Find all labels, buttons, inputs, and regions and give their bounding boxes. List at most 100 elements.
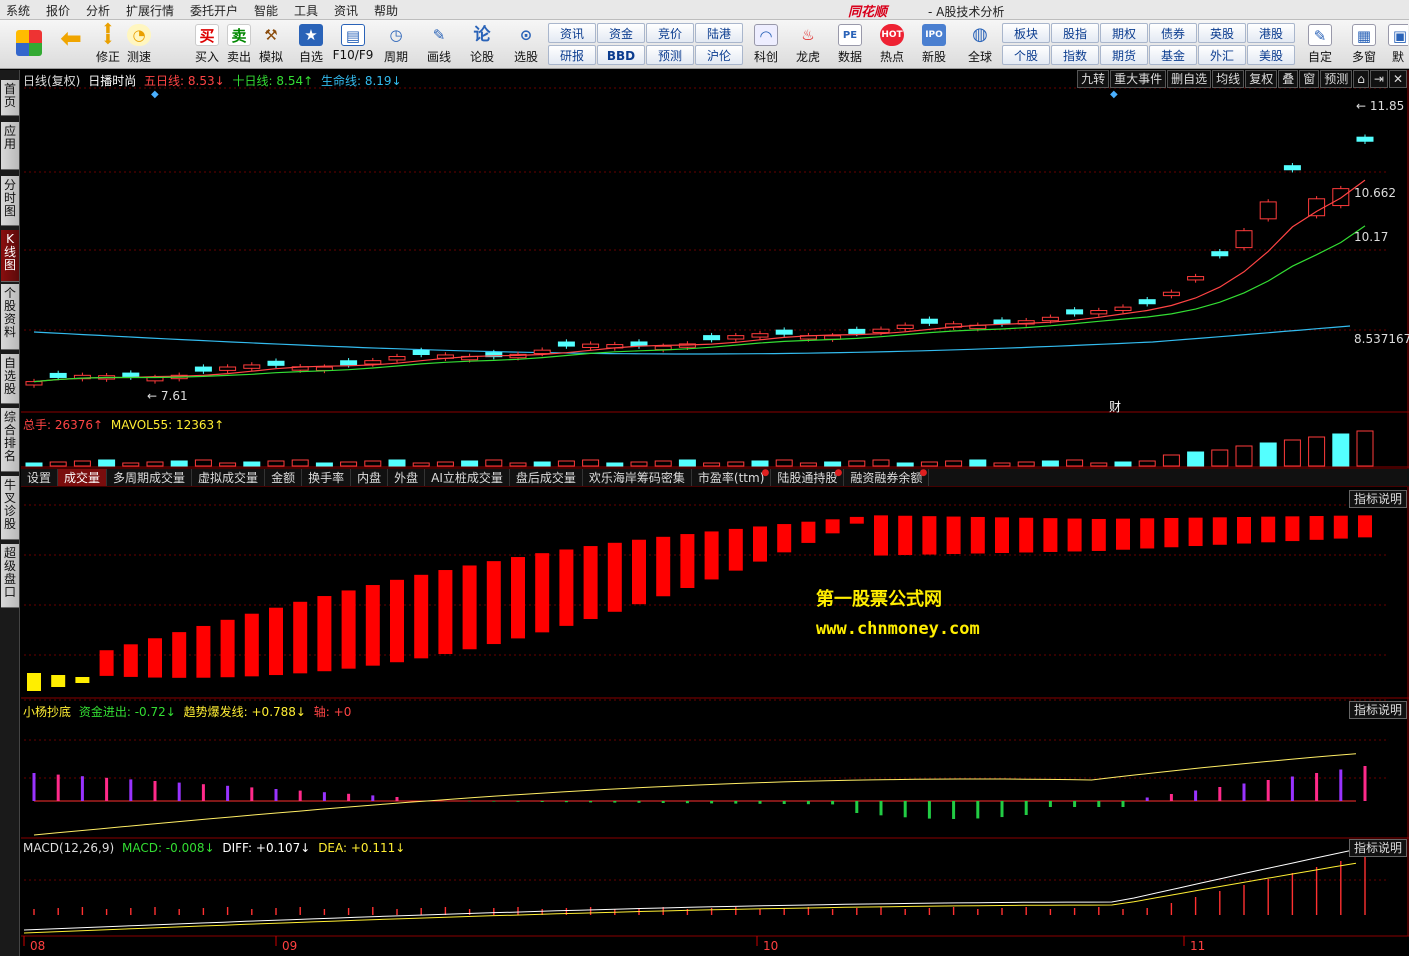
tab-inner[interactable]: 内盘 [351,469,389,486]
x-axis-label: 10 [763,939,778,953]
volume-flow-bar [559,549,574,626]
diamond-marker-icon[interactable]: ◆ [151,89,159,100]
indicator-tab-bar: 设置 成交量 多周期成交量 虚拟成交量 金额 换手率 内盘 外盘 AI立桩成交量… [21,468,1409,487]
volume-bar [1332,433,1350,467]
volume-flow-bar [27,673,41,691]
tab-major-events[interactable]: 重大事件 [1110,70,1167,88]
volume-bar [461,460,479,467]
volume-flow-bar [946,516,961,555]
volume-bar [1235,445,1253,467]
exit-icon[interactable]: ⇥ [1369,70,1388,88]
macd-indicator [23,848,1366,934]
volume-flow-bar [1237,516,1251,544]
tab-nine-turn[interactable]: 九转 [1077,70,1110,88]
tab-margin-balance[interactable]: 融资融券余额 ● [844,469,930,486]
new-dot-icon: ● [834,468,843,478]
tab-moving-average[interactable]: 均线 [1212,70,1245,88]
volume-bar [485,459,503,467]
volume-bar [606,462,624,467]
tab-amount[interactable]: 金额 [265,469,303,486]
volume-flow-bar [172,632,187,678]
volume-bar [920,461,938,467]
candle-body [412,349,430,356]
candle-body [122,372,140,378]
volume-flow-bar [462,565,477,650]
mavol-label: MAVOL55: 12363↑ [110,418,225,432]
close-icon[interactable]: ✕ [1388,70,1407,88]
x-axis-label: 09 [282,939,297,953]
tab-virtual-volume[interactable]: 虚拟成交量 [192,469,266,486]
tab-chip-density[interactable]: 欢乐海岸筹码密集 [583,469,692,486]
diff-line [23,848,1357,931]
tab-window[interactable]: 窗 [1299,70,1320,88]
indicator-help-button[interactable]: 指标说明 [1348,839,1407,857]
tab-northbound-holdings[interactable]: 陆股通持股 ● [771,468,845,486]
tab-adjust[interactable]: 复权 [1245,70,1278,88]
volume-bar [315,462,333,467]
indicator-name: 小杨抄底 [23,705,72,719]
ma-value-c: 8.537167 [1354,332,1409,346]
watermark-title: 第一股票公式网 [816,589,942,610]
volume-bar [1283,439,1301,467]
tab-ai-volume[interactable]: AI立桩成交量 [425,469,510,486]
volume-flow-bar [244,613,259,677]
volume-bar [1162,454,1180,467]
candle-body [1332,188,1350,207]
volume-flow-bar [341,590,356,669]
volume-flow-bar [995,517,1009,553]
diamond-marker-icon[interactable]: ◆ [1110,89,1118,100]
volume-flow-bar [535,553,550,633]
volume-bar [945,460,963,467]
volume-flow-bar [825,519,840,534]
volume-bar [582,459,600,467]
volume-bar [799,462,817,467]
candle-body [219,366,237,371]
tab-settings[interactable]: 设置 [21,469,59,486]
indicator-help-button[interactable]: 指标说明 [1348,490,1407,508]
volume-bar [1017,461,1035,467]
volume-legend: 总手: 26376↑ MAVOL55: 12363↑ [23,416,224,433]
volume-bar [1187,451,1205,467]
new-dot-icon: ● [761,468,770,478]
volume-flow-bar [365,585,380,666]
total-volume-label: 总手: 26376↑ [23,418,104,432]
candle-body [557,341,575,347]
tab-forecast[interactable]: 预测 [1320,70,1353,88]
volume-flow-bar [390,579,404,663]
grid-lines [21,70,1409,937]
tab-after-hours-volume[interactable]: 盘后成交量 [510,469,583,486]
ma-value-b: 10.17 [1354,230,1389,244]
tab-remove-watchlist[interactable]: 删自选 [1167,70,1212,88]
event-marker[interactable]: 财 [1109,398,1121,415]
tab-pe-ttm[interactable]: 市盈率(ttm) ● [692,468,772,486]
tab-overlay[interactable]: 叠 [1278,70,1299,88]
volume-bar [243,461,261,467]
volume-flow-bar [801,521,816,543]
volume-flow-bar [1261,516,1276,543]
cumulative-volume-bars [27,515,1372,691]
volume-bar [436,461,454,467]
indicator-help-button[interactable]: 指标说明 [1348,701,1407,719]
capital-flow-value: 资金进出: -0.72↓ [78,705,176,719]
tab-multi-period-volume[interactable]: 多周期成交量 [107,469,193,486]
volume-flow-bar [123,644,138,677]
volume-flow-bar [1309,516,1324,540]
candle-body [1259,201,1277,220]
volume-bar [1114,461,1132,467]
tab-turnover[interactable]: 换手率 [302,469,352,486]
x-axis: 08 09 10 11 [23,936,1205,953]
tab-outer[interactable]: 外盘 [388,469,426,486]
volume-flow-bar [632,539,646,605]
volume-bar [412,462,430,467]
volume-flow-bar [99,650,114,676]
lock-icon[interactable]: ⌂ [1353,70,1369,88]
volume-bar [751,460,769,467]
volume-flow-bar [970,516,985,554]
macd-value: MACD: -0.008↓ [121,841,215,855]
tab-volume[interactable]: 成交量 [58,469,108,486]
volume-flow-bar [583,546,598,620]
candle-body [267,360,285,366]
volume-flow-bar [1188,517,1203,547]
volume-flow-bar [1164,517,1179,548]
trend-burst-value: 趋势爆发线: +0.788↓ [183,705,306,719]
